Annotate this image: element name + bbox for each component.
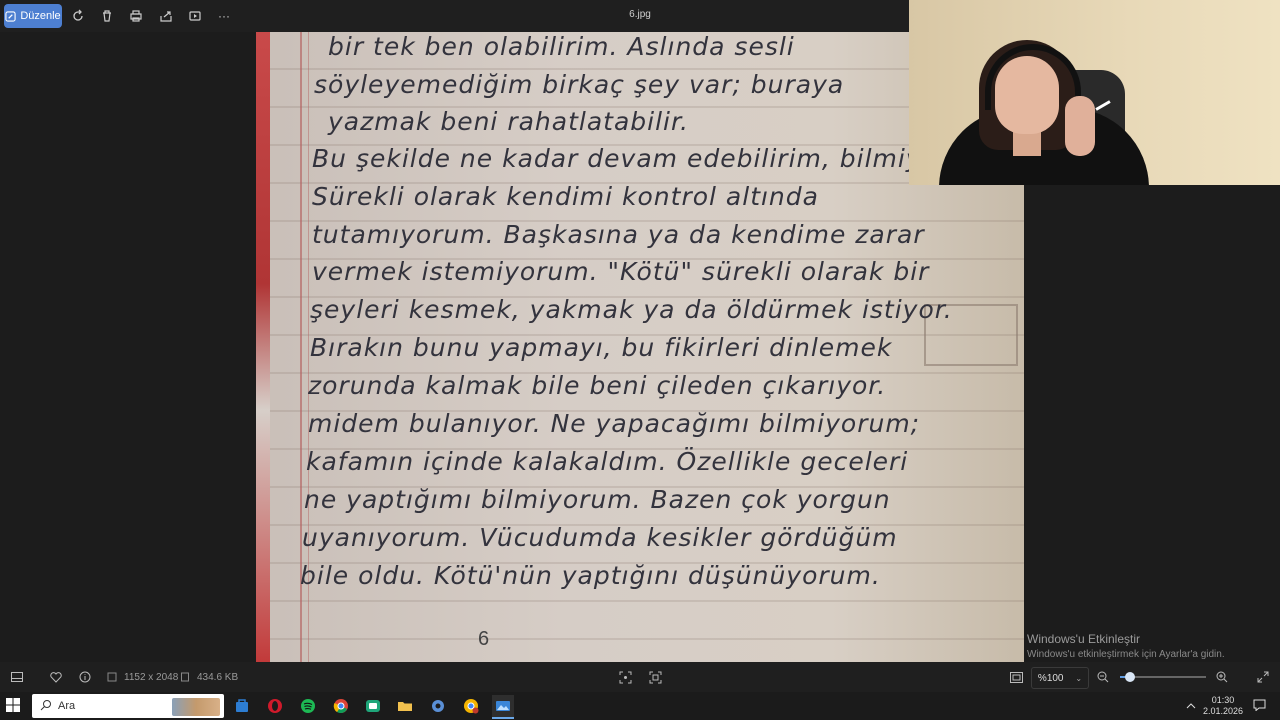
handwritten-line: bile oldu. Kötü'nün yaptığını düşünüyoru… (300, 561, 881, 590)
share-icon[interactable] (156, 6, 176, 26)
chevron-down-icon: ⌄ (1075, 673, 1083, 683)
favorite-icon[interactable] (48, 669, 64, 685)
filmstrip-icon[interactable] (9, 669, 25, 685)
handwritten-line: tutamıyorum. Başkasına ya da kendime zar… (312, 220, 925, 249)
print-icon[interactable] (126, 6, 146, 26)
handwritten-line: yazmak beni rahatlatabilir. (328, 107, 689, 136)
handwritten-line: zorunda kalmak bile beni çileden çıkarıy… (308, 371, 887, 400)
search-label: Ara (58, 700, 76, 712)
zoom-dropdown[interactable]: %100 ⌄ (1031, 667, 1089, 689)
zoom-out-icon[interactable] (1095, 669, 1111, 685)
delete-icon[interactable] (97, 6, 117, 26)
zoom-value: %100 (1037, 672, 1064, 684)
webcam-overlay (909, 0, 1280, 185)
fit-to-window-icon[interactable] (1008, 669, 1024, 685)
chrome-profile-icon[interactable] (460, 695, 482, 717)
edit-button-label: Düzenle (20, 10, 61, 22)
activation-watermark: Windows'u Etkinleştir Windows'u etkinleş… (1027, 632, 1225, 660)
search-highlight-image (172, 698, 220, 716)
notebook-cover-edge (256, 32, 270, 662)
handwritten-line: Bu şekilde ne kadar devam edebilirim, bi… (312, 144, 938, 173)
file-explorer-icon[interactable] (394, 695, 416, 717)
status-bar: 1152 x 2048 434.6 KB %100 ⌄ (0, 662, 1280, 692)
handwritten-line: uyanıyorum. Vücudumda kesikler gördüğüm (302, 523, 898, 552)
file-size-icon (179, 669, 191, 685)
handwritten-line: midem bulanıyor. Ne yapacağımı bilmiyoru… (308, 409, 921, 438)
edit-button[interactable]: Düzenle (4, 4, 62, 28)
watermark-subtitle: Windows'u etkinleştirmek için Ayarlar'a … (1027, 649, 1225, 660)
webcam-person-hand (1065, 96, 1095, 156)
taskbar: Ara 01:30 2.01.2026 (0, 692, 1280, 720)
opera-icon[interactable] (264, 695, 286, 717)
handwritten-line: şeyleri kesmek, yakmak ya da öldürmek is… (310, 295, 953, 324)
spotify-icon[interactable] (297, 695, 319, 717)
handwritten-line: kafamın içinde kalakaldım. Özellikle gec… (306, 447, 909, 476)
clock-time: 01:30 (1211, 695, 1235, 705)
dimensions-icon (106, 669, 118, 685)
notification-icon[interactable] (1250, 696, 1268, 714)
taskbar-search[interactable]: Ara (32, 694, 224, 718)
file-name: 6.jpg (629, 9, 651, 20)
chrome-icon[interactable] (330, 695, 352, 717)
zoom-slider-thumb[interactable] (1125, 672, 1136, 682)
watermark-title: Windows'u Etkinleştir (1027, 632, 1140, 646)
handwritten-line: vermek istemiyorum. "Kötü" sürekli olara… (312, 257, 930, 286)
crop-icon[interactable] (617, 669, 633, 685)
more-options-icon[interactable]: ··· (214, 6, 234, 26)
zoom-in-icon[interactable] (1214, 669, 1230, 685)
settings-app-icon[interactable] (427, 695, 449, 717)
tray-chevron-up-icon[interactable] (1182, 697, 1200, 715)
info-icon[interactable] (77, 669, 93, 685)
clock-date: 2.01.2026 (1202, 706, 1244, 716)
image-dimensions: 1152 x 2048 (124, 672, 179, 683)
zoom-slider[interactable] (1120, 672, 1206, 682)
handwritten-line: Sürekli olarak kendimi kontrol altında (312, 182, 819, 211)
edit-icon (5, 10, 16, 22)
search-icon (40, 699, 52, 714)
rotate-icon[interactable] (68, 6, 88, 26)
file-size: 434.6 KB (197, 672, 239, 683)
handwritten-line: ne yaptığımı bilmiyorum. Bazen çok yorgu… (304, 485, 891, 514)
handwritten-line: söyleyemediğim birkaç şey var; buraya (314, 70, 845, 99)
app-green-icon[interactable] (362, 695, 384, 717)
handwritten-line: Bırakın bunu yapmayı, bu fikirleri dinle… (310, 333, 893, 362)
select-area-icon[interactable] (647, 669, 663, 685)
fullscreen-icon[interactable] (1255, 669, 1271, 685)
handwritten-line: bir tek ben olabilirim. Aslında sesli (328, 32, 795, 61)
slideshow-icon[interactable] (185, 6, 205, 26)
store-icon[interactable] (231, 695, 253, 717)
windows-start-icon[interactable] (6, 698, 22, 714)
page-number: 6 (478, 628, 490, 650)
photos-app-icon[interactable] (492, 695, 514, 719)
taskbar-clock[interactable]: 01:30 2.01.2026 (1200, 695, 1246, 717)
